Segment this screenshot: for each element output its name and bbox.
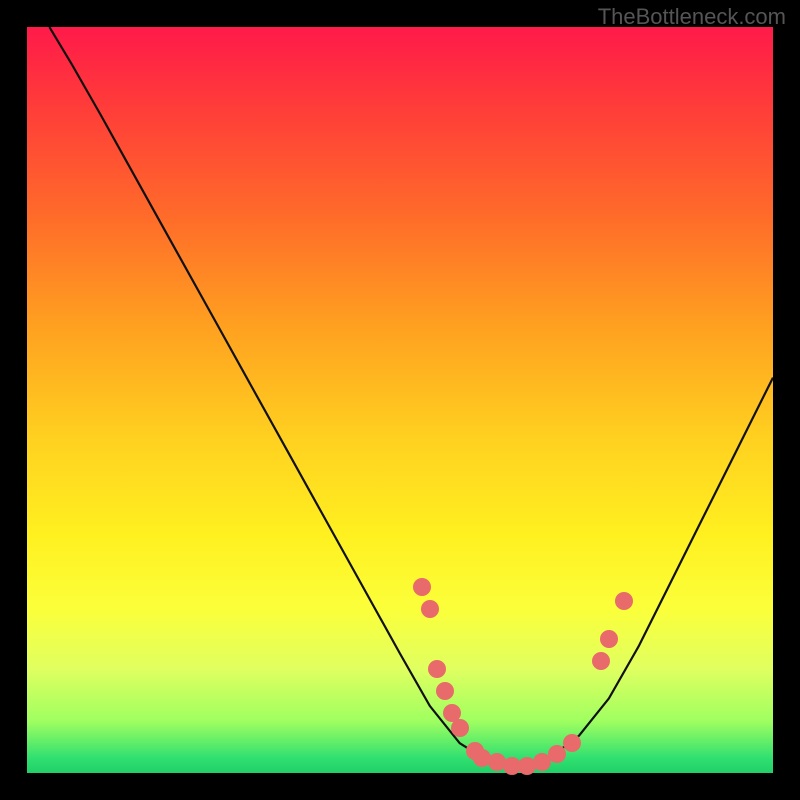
data-point <box>421 600 439 618</box>
data-point <box>548 745 566 763</box>
watermark-text: TheBottleneck.com <box>598 4 786 30</box>
chart-background-gradient <box>27 27 773 773</box>
data-point <box>451 719 469 737</box>
data-point <box>413 578 431 596</box>
data-point <box>563 734 581 752</box>
data-point <box>600 630 618 648</box>
data-point <box>428 660 446 678</box>
data-point <box>615 592 633 610</box>
data-point <box>436 682 454 700</box>
data-point <box>592 652 610 670</box>
